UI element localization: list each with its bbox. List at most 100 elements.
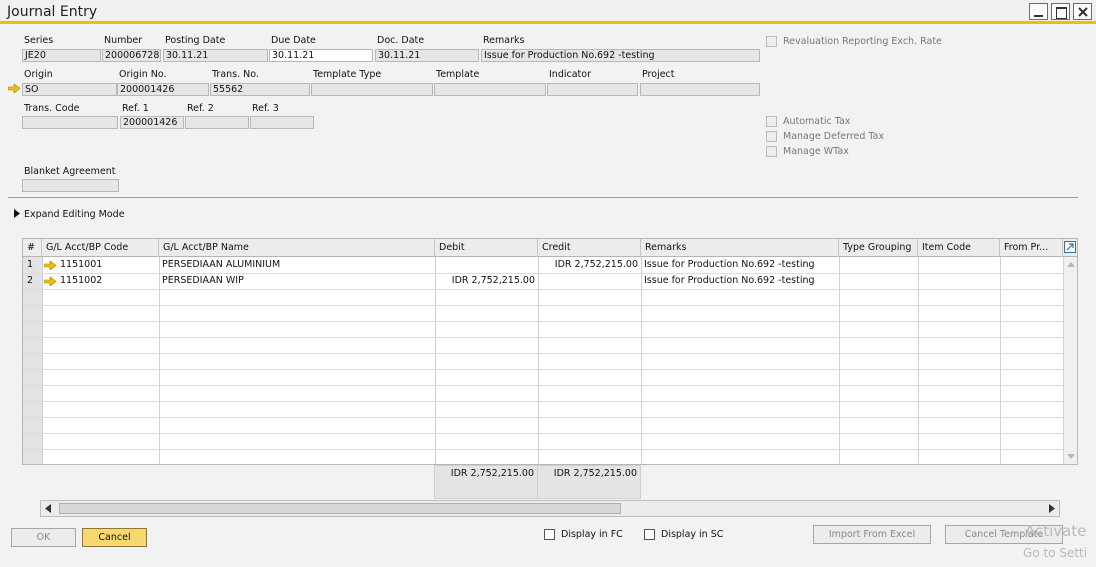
due-date-label: Due Date [271, 35, 316, 46]
cancel-button[interactable]: Cancel [82, 528, 147, 547]
automatic-tax-label: Automatic Tax [783, 116, 851, 127]
import-from-excel-button[interactable]: Import From Excel [813, 525, 931, 544]
ref2-label: Ref. 2 [187, 103, 214, 114]
grid-line [23, 417, 1063, 418]
grid-line [23, 289, 1063, 290]
grid-line [23, 401, 1063, 402]
row-number: 1 [27, 259, 34, 270]
project-label: Project [642, 69, 675, 80]
remarks-cell[interactable]: Issue for Production No.692 -testing [644, 273, 815, 289]
total-credit-value: IDR 2,752,215.00 [553, 468, 637, 479]
display-sc-label: Display in SC [661, 529, 724, 540]
posting-date-field[interactable]: 30.11.21 [163, 49, 268, 62]
acct-name-cell[interactable]: PERSEDIAAN ALUMINIUM [162, 257, 280, 273]
col-header-num[interactable]: # [23, 239, 42, 257]
blanket-agreement-field[interactable] [22, 179, 119, 192]
acct-code-cell[interactable]: 1151001 [60, 257, 102, 273]
col-header-from-pr[interactable]: From Pr... [1000, 239, 1063, 257]
remarks-cell[interactable]: Issue for Production No.692 -testing [644, 257, 815, 273]
link-arrow-icon[interactable] [8, 84, 20, 93]
project-field[interactable] [640, 83, 760, 96]
display-fc-label: Display in FC [561, 529, 623, 540]
close-icon [1078, 7, 1088, 17]
display-fc-checkbox[interactable] [544, 529, 555, 540]
manage-deferred-tax-checkbox[interactable] [766, 131, 777, 142]
col-header-acct-name[interactable]: G/L Acct/BP Name [159, 239, 435, 257]
col-header-credit[interactable]: Credit [538, 239, 641, 257]
ref1-field[interactable]: 200001426 [120, 116, 184, 129]
grid-line [23, 353, 1063, 354]
debit-cell[interactable] [435, 257, 535, 273]
scroll-up-icon[interactable] [1067, 261, 1075, 267]
ok-button[interactable]: OK [11, 528, 76, 547]
origin-no-field[interactable]: 200001426 [117, 83, 209, 96]
acct-name-cell[interactable]: PERSEDIAAN WIP [162, 273, 244, 289]
doc-date-label: Doc. Date [377, 35, 425, 46]
indicator-field[interactable] [547, 83, 638, 96]
revaluation-label: Revaluation Reporting Exch. Rate [783, 36, 942, 47]
series-field[interactable]: JE20 [22, 49, 101, 62]
template-type-field[interactable] [311, 83, 433, 96]
grid-header: # G/L Acct/BP Code G/L Acct/BP Name Debi… [23, 239, 1077, 257]
expand-triangle-icon[interactable] [14, 209, 20, 218]
trans-no-label: Trans. No. [212, 69, 259, 80]
journal-lines-grid: # G/L Acct/BP Code G/L Acct/BP Name Debi… [22, 238, 1078, 465]
activation-watermark: Activate [1025, 522, 1087, 540]
trans-code-field[interactable] [22, 116, 118, 129]
horizontal-scrollbar[interactable] [40, 500, 1060, 517]
manage-deferred-tax-label: Manage Deferred Tax [783, 131, 885, 142]
grid-line [23, 449, 1063, 450]
scroll-left-icon[interactable] [45, 504, 51, 513]
col-header-acct-code[interactable]: G/L Acct/BP Code [42, 239, 159, 257]
grid-line [23, 305, 1063, 306]
revaluation-checkbox[interactable] [766, 36, 777, 47]
manage-wtax-label: Manage WTax [783, 146, 849, 157]
template-label: Template [436, 69, 480, 80]
posting-date-label: Posting Date [165, 35, 226, 46]
scroll-thumb[interactable] [59, 503, 621, 514]
grid-line [23, 369, 1063, 370]
display-sc-checkbox[interactable] [644, 529, 655, 540]
vertical-scrollbar[interactable] [1063, 257, 1077, 464]
due-date-field[interactable]: 30.11.21 [269, 49, 373, 62]
blanket-agreement-label: Blanket Agreement [24, 166, 116, 177]
doc-date-field[interactable]: 30.11.21 [375, 49, 479, 62]
template-field[interactable] [434, 83, 546, 96]
origin-field[interactable]: SO [22, 83, 117, 96]
origin-label: Origin [24, 69, 53, 80]
scroll-right-icon[interactable] [1049, 504, 1055, 513]
ref3-field[interactable] [250, 116, 314, 129]
expand-editing-mode-toggle[interactable]: Expand Editing Mode [24, 209, 125, 220]
debit-cell[interactable]: IDR 2,752,215.00 [435, 273, 535, 289]
title-bar: Journal Entry [0, 0, 1096, 24]
acct-code-cell[interactable]: 1151002 [60, 273, 102, 289]
close-button[interactable] [1073, 3, 1092, 20]
trans-no-field[interactable]: 55562 [210, 83, 310, 96]
number-label: Number [104, 35, 143, 46]
col-header-item-code[interactable]: Item Code [918, 239, 1000, 257]
link-arrow-icon[interactable] [44, 261, 56, 270]
link-arrow-icon[interactable] [44, 277, 56, 286]
credit-cell[interactable] [538, 273, 638, 289]
col-header-type-grouping[interactable]: Type Grouping [839, 239, 918, 257]
manage-wtax-checkbox[interactable] [766, 146, 777, 157]
col-header-remarks[interactable]: Remarks [641, 239, 839, 257]
minimize-button[interactable] [1029, 3, 1048, 20]
origin-no-label: Origin No. [119, 69, 167, 80]
automatic-tax-checkbox[interactable] [766, 116, 777, 127]
maximize-button[interactable] [1051, 3, 1070, 20]
grid-line [23, 385, 1063, 386]
scroll-down-icon[interactable] [1067, 454, 1075, 460]
row-number: 2 [27, 275, 34, 286]
col-header-debit[interactable]: Debit [435, 239, 538, 257]
template-type-label: Template Type [313, 69, 382, 80]
grid-line [23, 337, 1063, 338]
remarks-label: Remarks [483, 35, 525, 46]
remarks-field[interactable]: Issue for Production No.692 -testing [481, 49, 760, 62]
form-settings-icon[interactable] [1064, 241, 1076, 253]
number-field[interactable]: 200006728 [102, 49, 161, 62]
total-debit-box: IDR 2,752,215.00 [434, 465, 538, 499]
ref2-field[interactable] [185, 116, 249, 129]
credit-cell[interactable]: IDR 2,752,215.00 [538, 257, 638, 273]
section-divider [8, 197, 1078, 198]
